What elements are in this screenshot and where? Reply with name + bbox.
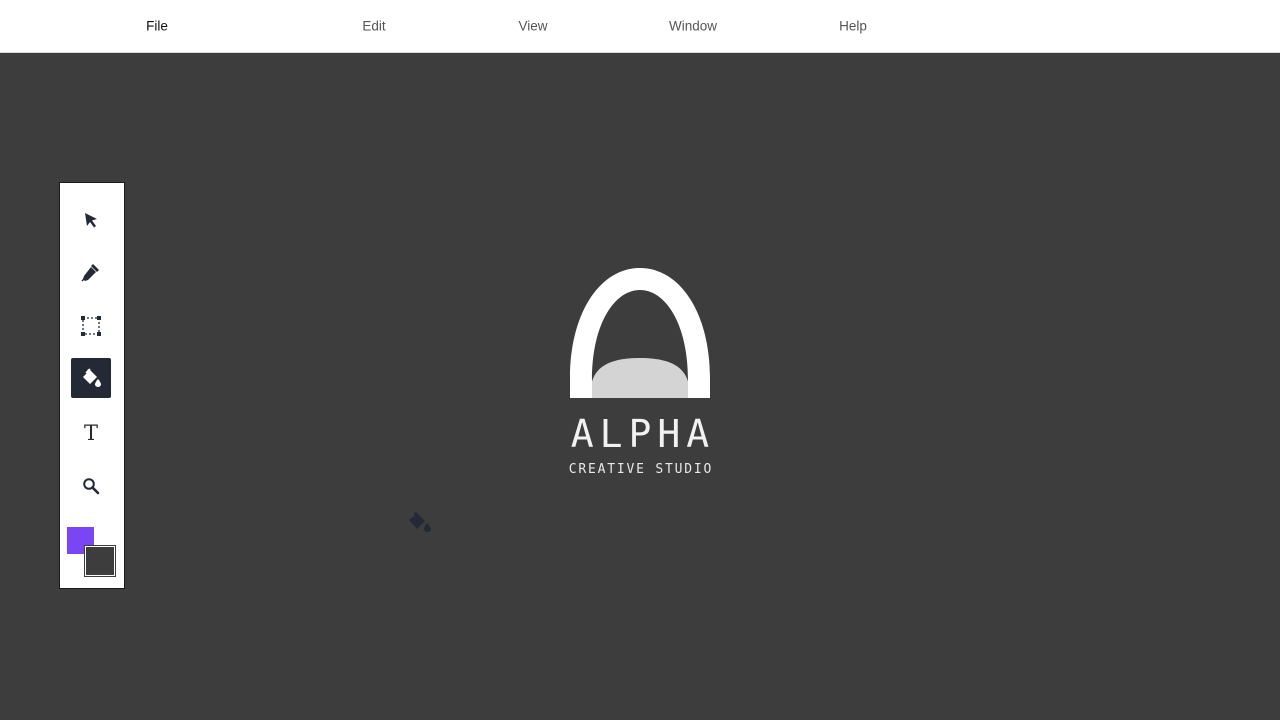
logo-artwork: ALPHA CREATIVE STUDIO bbox=[560, 268, 720, 488]
logo-title: ALPHA bbox=[570, 412, 716, 456]
magnifier-icon bbox=[83, 478, 100, 495]
paint-bucket-icon bbox=[83, 368, 101, 387]
tool-select[interactable] bbox=[71, 200, 111, 240]
tool-zoom[interactable] bbox=[71, 466, 111, 506]
menu-edit[interactable]: Edit bbox=[362, 19, 385, 34]
logo-subtitle: CREATIVE STUDIO bbox=[568, 462, 714, 477]
menu-view[interactable]: View bbox=[518, 19, 547, 34]
text-icon: T bbox=[83, 420, 98, 445]
pen-icon bbox=[81, 264, 99, 282]
tool-transform[interactable] bbox=[71, 306, 111, 346]
secondary-color-swatch[interactable] bbox=[84, 545, 116, 577]
bounding-box-icon bbox=[81, 316, 101, 336]
menu-help[interactable]: Help bbox=[839, 19, 867, 34]
toolbox: T bbox=[59, 182, 125, 589]
tool-paint-bucket[interactable] bbox=[71, 358, 111, 398]
tool-pen[interactable] bbox=[71, 252, 111, 292]
tool-text[interactable]: T bbox=[71, 413, 111, 453]
menu-window[interactable]: Window bbox=[669, 19, 717, 34]
menu-bar: File Edit View Window Help bbox=[0, 0, 1280, 53]
menu-file[interactable]: File bbox=[146, 19, 168, 34]
arrow-pointer-icon bbox=[85, 213, 97, 228]
arch-logo-mark bbox=[570, 268, 710, 398]
